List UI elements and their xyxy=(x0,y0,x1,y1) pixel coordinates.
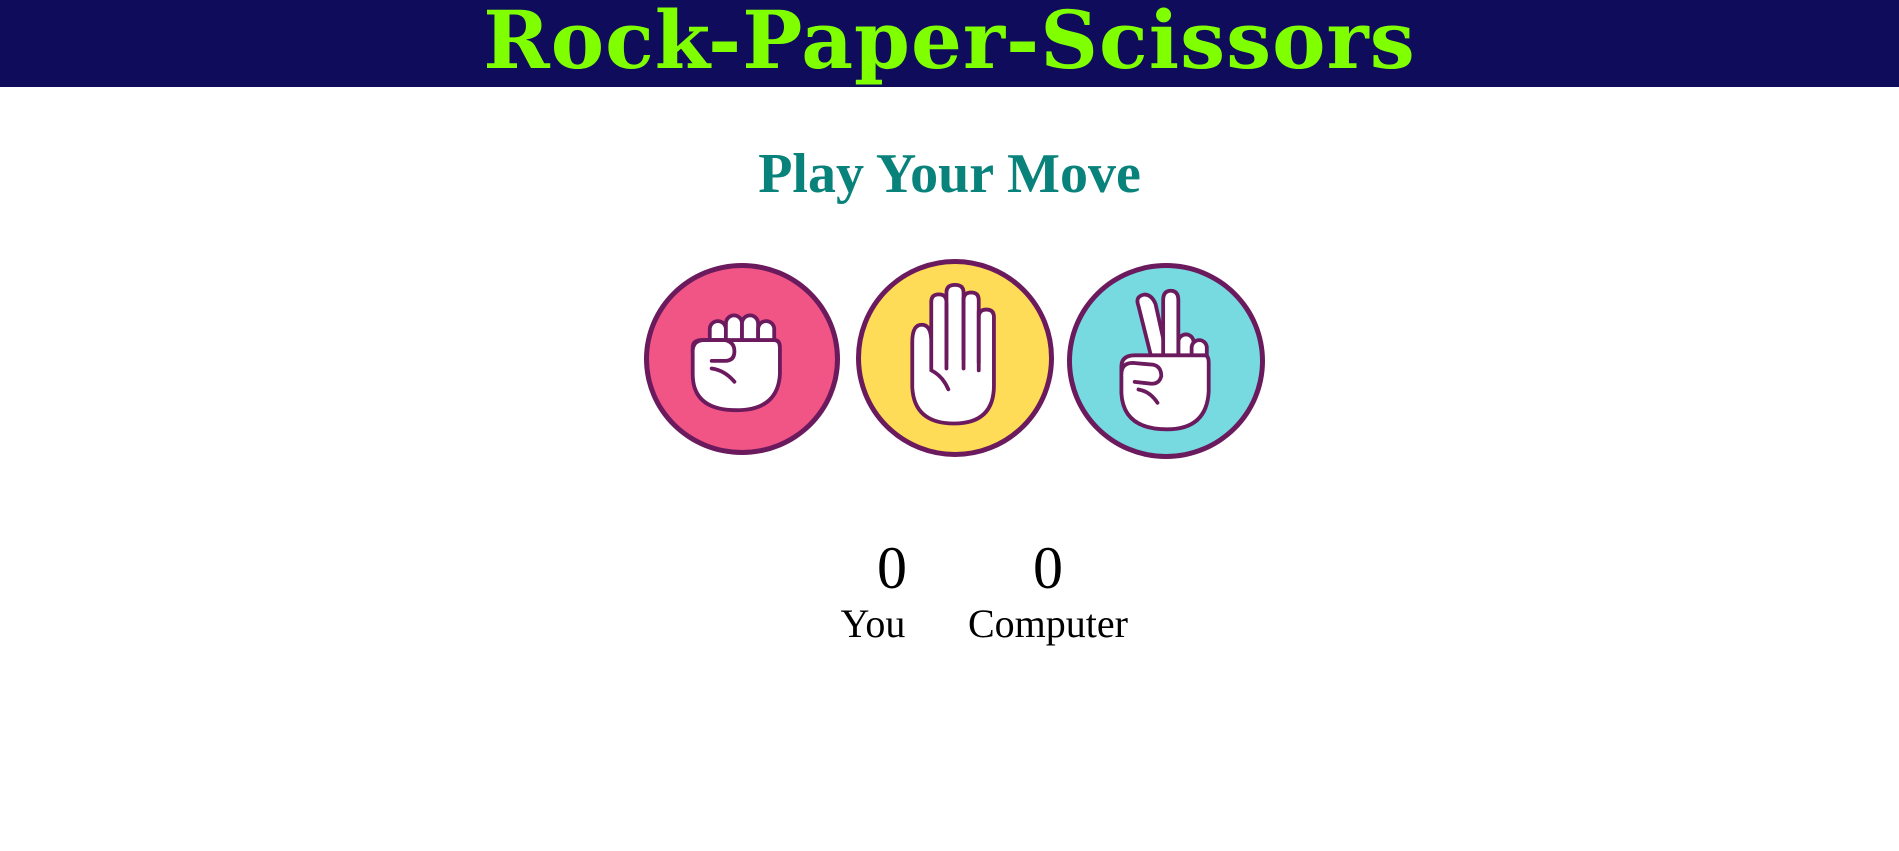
rock-choice-button[interactable] xyxy=(644,263,840,455)
choices-container xyxy=(0,0,1899,851)
user-score-label: You xyxy=(840,601,906,646)
fist-icon xyxy=(690,313,782,413)
open-hand-icon xyxy=(910,282,996,426)
move-prompt: Play Your Move xyxy=(758,143,1141,205)
computer-score-label: Computer xyxy=(968,601,1128,646)
computer-score: 0 xyxy=(1033,535,1063,601)
user-score: 0 xyxy=(877,535,907,601)
victory-hand-icon xyxy=(1119,288,1211,432)
user-score-panel: 0 You xyxy=(818,538,928,646)
page-title: Rock-Paper-Scissors xyxy=(483,0,1416,87)
paper-choice-button[interactable] xyxy=(856,259,1054,457)
scissors-choice-button[interactable] xyxy=(1067,263,1265,459)
computer-score-panel: 0 Computer xyxy=(928,538,1168,646)
header-bar: Rock-Paper-Scissors xyxy=(0,0,1899,87)
